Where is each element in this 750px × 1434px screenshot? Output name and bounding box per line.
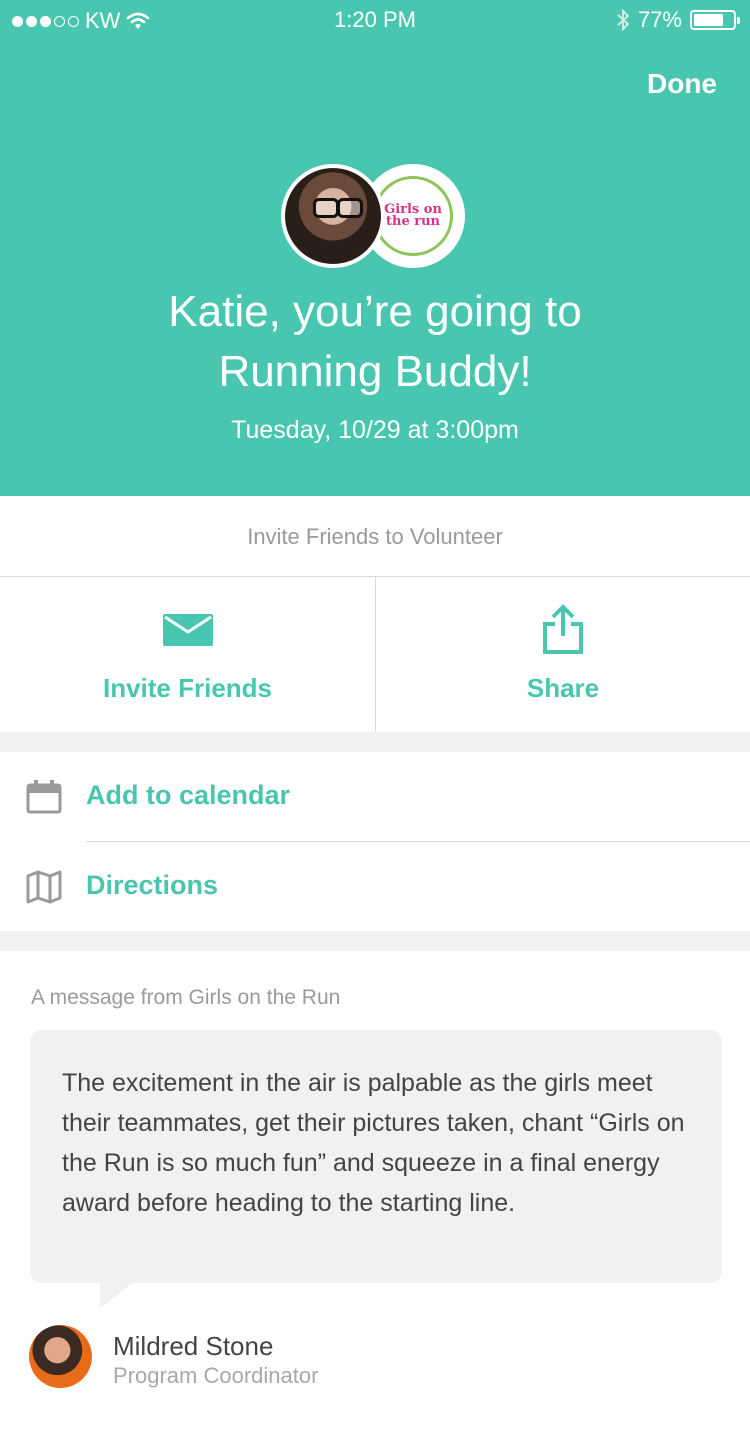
- battery-percent: 77%: [637, 7, 682, 32]
- battery-icon: [690, 10, 740, 30]
- add-to-calendar-label: Add to calendar: [86, 780, 291, 810]
- participant-avatars: Girls on the run: [281, 164, 465, 268]
- message-bubble-tail: [100, 1282, 134, 1308]
- invite-actions: Invite Friends Share: [0, 577, 750, 732]
- invite-friends-label: Invite Friends: [102, 673, 273, 703]
- author-name: Mildred Stone: [113, 1331, 274, 1361]
- done-button[interactable]: Done: [647, 68, 717, 100]
- confirmation-header: KW 1:20 PM 77% Done Girls on the run Kat…: [0, 0, 750, 496]
- map-icon: [26, 870, 62, 904]
- directions-label: Directions: [86, 870, 219, 900]
- invite-section-title: Invite Friends to Volunteer: [0, 496, 750, 577]
- headline-line-1: Katie, you’re going to: [168, 287, 582, 336]
- confirmation-headline: Katie, you’re going to Running Buddy!: [0, 282, 750, 402]
- user-avatar: [281, 164, 385, 268]
- envelope-icon: [162, 614, 213, 646]
- event-datetime: Tuesday, 10/29 at 3:00pm: [231, 416, 519, 444]
- section-gap: [0, 931, 750, 951]
- add-to-calendar-row[interactable]: Add to calendar: [0, 752, 750, 842]
- message-heading: A message from Girls on the Run: [31, 986, 341, 1009]
- share-icon: [543, 604, 583, 654]
- directions-row[interactable]: Directions: [0, 842, 750, 932]
- message-bubble: The excitement in the air is palpable as…: [30, 1030, 722, 1283]
- battery-info: 77%: [616, 7, 740, 33]
- org-logo-text: Girls on the run: [384, 202, 442, 229]
- invite-friends-button[interactable]: Invite Friends: [0, 577, 375, 732]
- section-gap: [0, 732, 750, 752]
- status-bar: KW 1:20 PM 77%: [0, 0, 750, 40]
- calendar-icon: [26, 780, 62, 814]
- author-role: Program Coordinator: [113, 1363, 319, 1388]
- headline-line-2: Running Buddy!: [218, 347, 532, 396]
- bluetooth-icon: [617, 9, 630, 31]
- share-button[interactable]: Share: [375, 577, 750, 732]
- author-avatar: [29, 1325, 92, 1388]
- share-label: Share: [526, 673, 600, 703]
